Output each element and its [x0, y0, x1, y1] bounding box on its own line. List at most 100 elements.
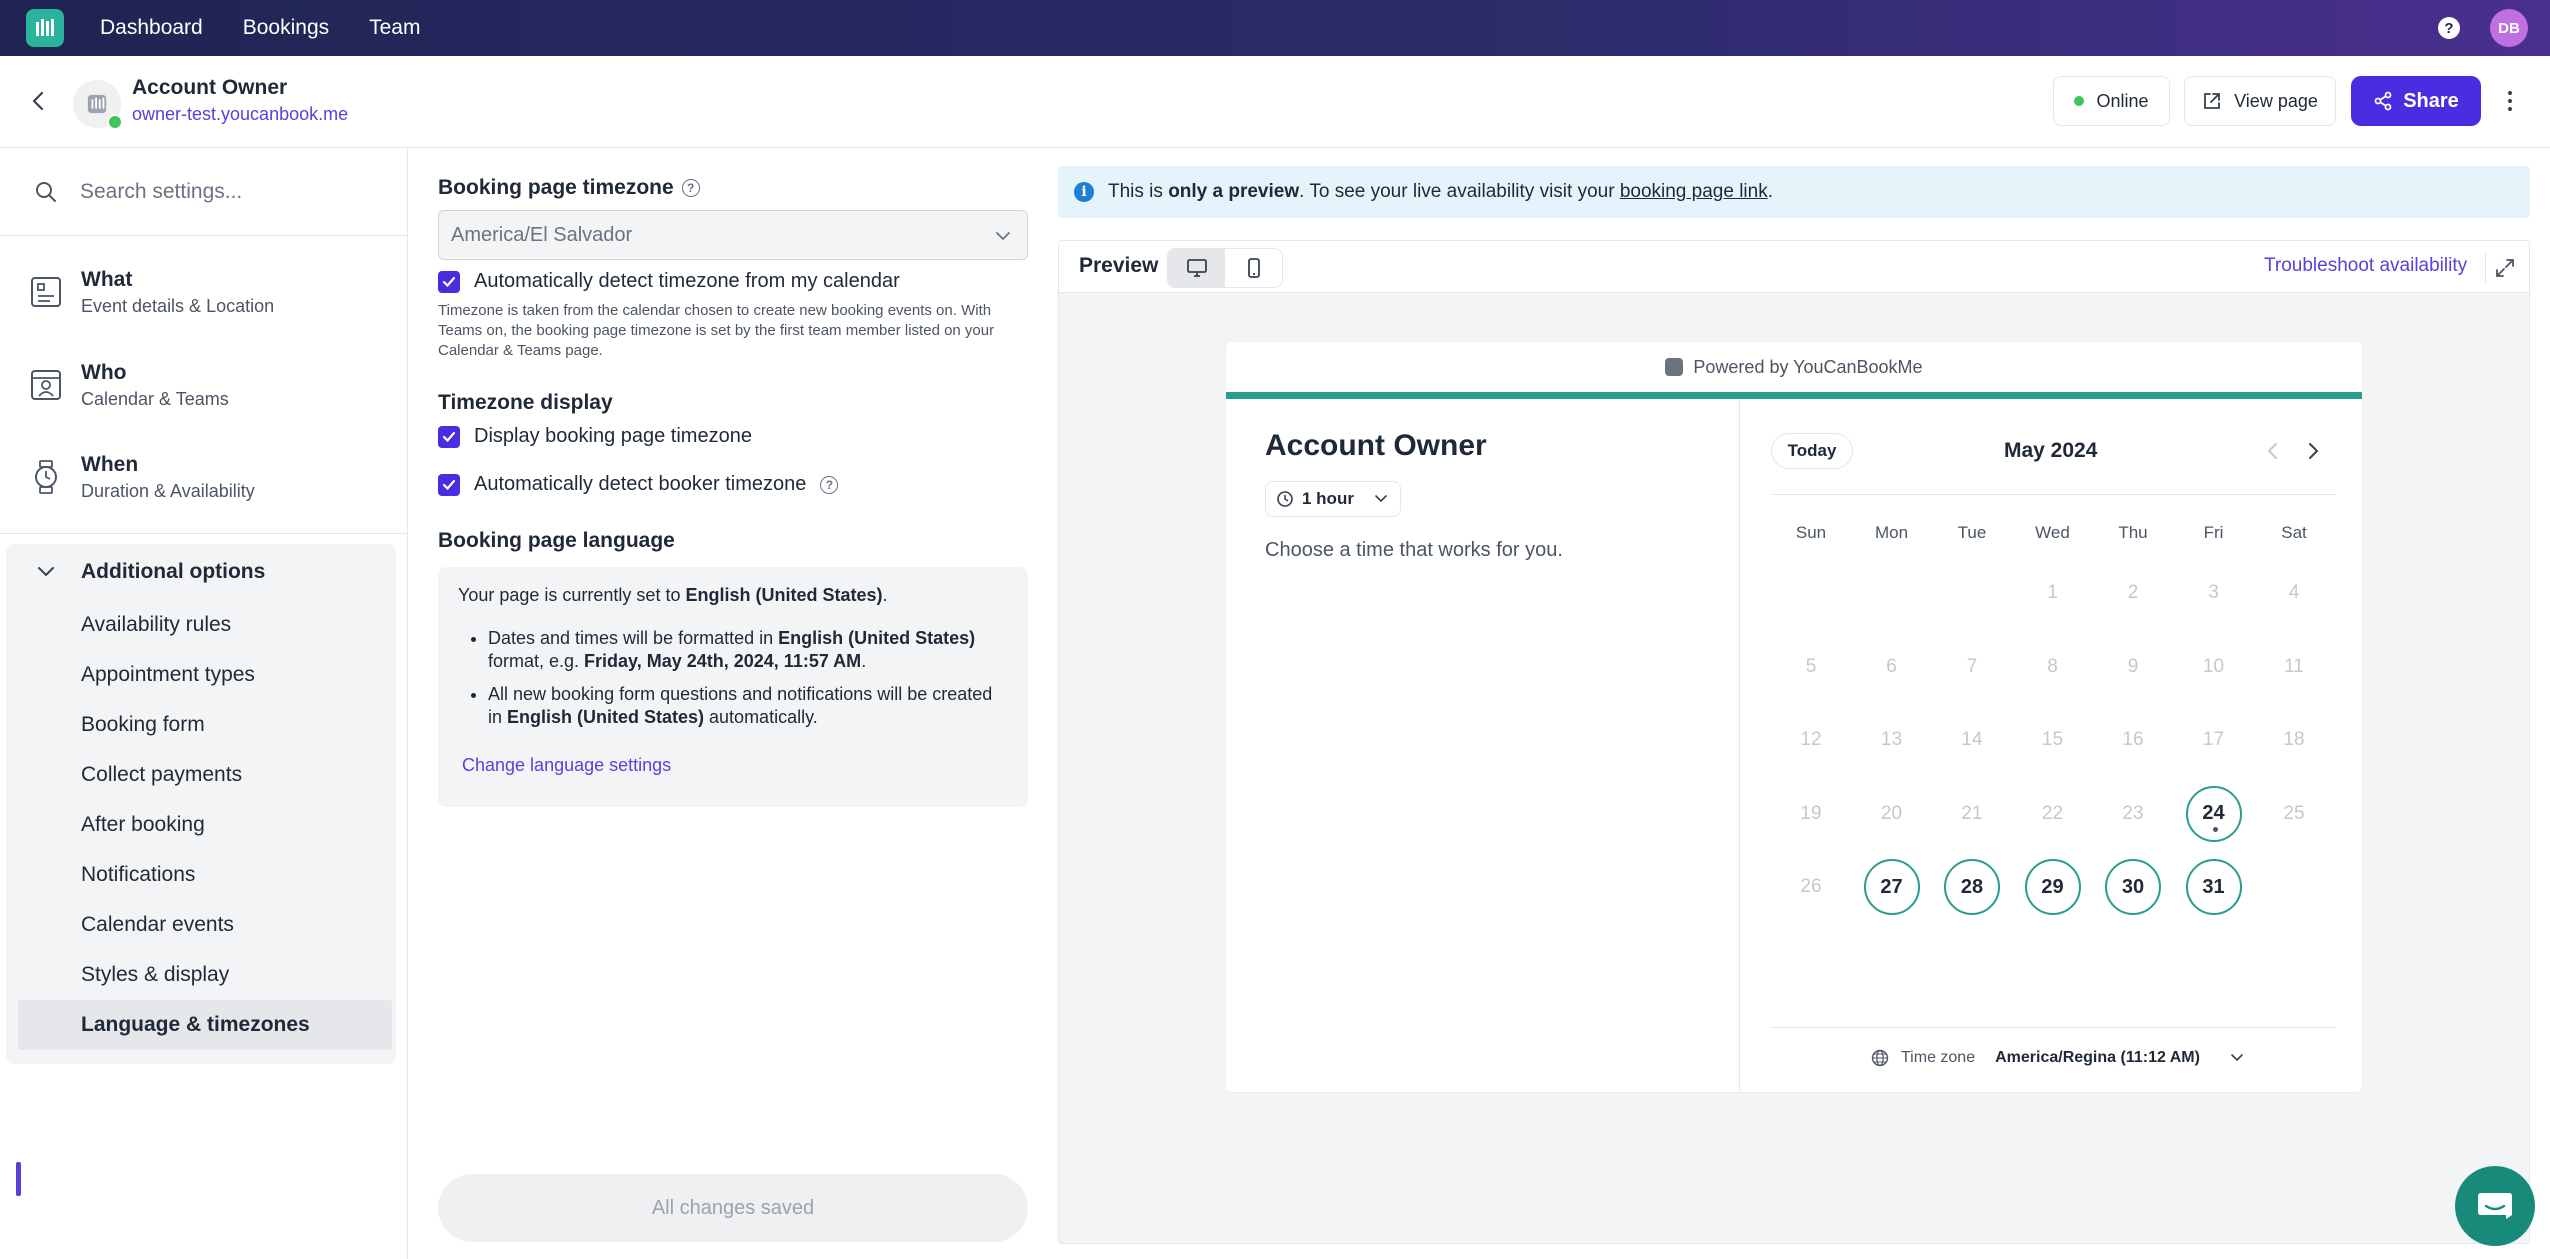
weekday-label: Fri	[2203, 523, 2224, 542]
mobile-view-button[interactable]	[1225, 249, 1282, 287]
sidebar-item-booking-form[interactable]: Booking form	[6, 700, 396, 750]
sidebar-item-notifications[interactable]: Notifications	[6, 850, 396, 900]
auto-detect-timezone-checkbox[interactable]	[438, 270, 460, 293]
sidebar-section-subtitle: Duration & Availability	[81, 481, 255, 501]
today-button[interactable]: Today	[1771, 433, 1853, 469]
sidebar-section-what[interactable]: What Event details & Location	[0, 248, 407, 338]
desktop-view-button[interactable]	[1168, 249, 1225, 287]
help-icon[interactable]: ?	[2438, 17, 2460, 39]
calendar-day: 25	[2283, 802, 2305, 824]
clock-icon	[1277, 491, 1293, 507]
watch-icon	[35, 460, 57, 494]
back-button[interactable]	[26, 86, 50, 116]
online-status-button[interactable]: Online	[2053, 76, 2170, 126]
change-language-link[interactable]: Change language settings	[462, 755, 671, 776]
calendar-day-available[interactable]: 28	[1944, 859, 2000, 915]
globe-icon	[1871, 1049, 1889, 1067]
expand-preview-button[interactable]	[2485, 253, 2515, 283]
sidebar-divider	[0, 533, 407, 534]
additional-options-toggle[interactable]: Additional options	[6, 544, 396, 600]
view-page-button[interactable]: View page	[2184, 76, 2336, 126]
nav-bookings[interactable]: Bookings	[243, 16, 329, 40]
help-circle-icon[interactable]: ?	[681, 179, 700, 198]
share-button[interactable]: Share	[2351, 76, 2481, 126]
language-intro-text: Your page is currently set to	[458, 585, 686, 605]
calendar-day: 6	[1886, 655, 1897, 677]
checkmark-icon	[442, 431, 456, 442]
user-avatar[interactable]: DB	[2490, 9, 2528, 47]
info-icon: i	[1074, 182, 1094, 202]
nav-dashboard[interactable]: Dashboard	[100, 16, 203, 40]
month-label: May 2024	[2004, 439, 2098, 462]
chevron-left-icon	[32, 91, 44, 111]
calendar-day: 15	[2041, 729, 2064, 750]
language-bullet: Dates and times will be formatted in Eng…	[488, 627, 1008, 673]
duration-select[interactable]: 1 hour	[1265, 481, 1401, 517]
calendar-day-available[interactable]: 30	[2105, 859, 2161, 915]
calendar-day-available[interactable]: 29	[2024, 859, 2081, 915]
sidebar-item-after-booking[interactable]: After booking	[6, 800, 396, 850]
language-bullets: Dates and times will be formatted in Eng…	[488, 627, 1008, 739]
info-text-bold: only a preview	[1168, 181, 1300, 202]
powered-by-text: Powered by YouCanBookMe	[1693, 356, 1923, 377]
timezone-select-value: America/El Salvador	[451, 223, 633, 246]
checkmark-icon	[442, 479, 456, 490]
account-url-link[interactable]: owner-test.youcanbook.me	[132, 104, 348, 125]
info-text-part: . To see your live availability visit yo…	[1299, 181, 1620, 202]
sidebar-item-label: Notifications	[81, 863, 196, 886]
calendar-day-available[interactable]: 24	[2185, 785, 2242, 842]
sidebar-item-language-timezones[interactable]: Language & timezones	[18, 1000, 392, 1050]
account-avatar	[73, 80, 123, 130]
more-options-icon[interactable]	[2500, 86, 2520, 116]
booking-page-link[interactable]: booking page link	[1620, 181, 1768, 202]
calendar-day: 5	[1805, 655, 1817, 677]
troubleshoot-availability-link[interactable]: Troubleshoot availability	[2264, 255, 2467, 277]
display-timezone-checkbox[interactable]	[438, 425, 460, 448]
calendar-day: 21	[1961, 802, 1983, 824]
chevron-left-icon[interactable]	[2263, 439, 2283, 463]
calendar-day-available[interactable]: 31	[2185, 859, 2242, 915]
calendar-day: 18	[2283, 729, 2305, 750]
timezone-selector[interactable]: Time zone America/Regina (11:12 AM)	[1871, 1049, 2244, 1067]
bullet-text: format, e.g.	[488, 651, 585, 671]
chat-icon	[2478, 1193, 2512, 1219]
nav-team[interactable]: Team	[369, 16, 420, 40]
weekday-label: Mon	[1874, 523, 1909, 542]
date-format-example: Friday, May 24th, 2024, 11:57 AM	[584, 651, 862, 671]
sidebar-item-availability-rules[interactable]: Availability rules	[6, 600, 396, 650]
logo-icon	[1665, 358, 1684, 376]
preview-header: Preview Troubleshoot availability	[1059, 241, 2529, 293]
checkmark-icon	[442, 276, 456, 287]
calendar-day: 3	[2208, 582, 2219, 603]
sidebar-item-appointment-types[interactable]: Appointment types	[6, 650, 396, 700]
weekday-label: Thu	[2118, 523, 2148, 542]
app-logo[interactable]	[26, 9, 64, 47]
chevron-right-icon[interactable]	[2303, 439, 2323, 463]
display-timezone-label: Display booking page timezone	[474, 425, 752, 447]
auto-detect-timezone-label: Automatically detect timezone from my ca…	[474, 270, 900, 292]
chat-support-button[interactable]	[2455, 1166, 2535, 1246]
search-input[interactable]	[80, 174, 380, 210]
mobile-icon	[1247, 258, 1260, 278]
calendar-day-available[interactable]: 27	[1863, 859, 1920, 915]
help-circle-icon[interactable]: ?	[820, 475, 839, 494]
save-status-button[interactable]: All changes saved	[438, 1174, 1028, 1242]
sidebar-item-calendar-events[interactable]: Calendar events	[6, 900, 396, 950]
timezone-select[interactable]: America/El Salvador	[438, 210, 1028, 260]
chevron-down-icon	[38, 567, 54, 577]
desktop-icon	[1186, 259, 1207, 277]
calendar-day: 19	[1800, 802, 1822, 824]
sidebar-item-label: Appointment types	[81, 663, 255, 686]
booking-page-preview: Powered by YouCanBookMe Account Owner 1 …	[1226, 342, 2362, 1092]
language-name: English (United States)	[685, 585, 883, 605]
weekday-label: Sun	[1795, 523, 1827, 542]
booker-timezone-checkbox[interactable]	[438, 473, 460, 496]
sidebar-item-collect-payments[interactable]: Collect payments	[6, 750, 396, 800]
sidebar-section-who[interactable]: Who Calendar & Teams	[0, 341, 407, 431]
calendar-divider	[1771, 494, 2336, 495]
sidebar-section-when[interactable]: When Duration & Availability	[0, 433, 407, 523]
chevron-down-icon	[996, 232, 1010, 241]
sidebar-item-styles-display[interactable]: Styles & display	[6, 950, 396, 1000]
weekday-label: Sat	[2281, 523, 2307, 542]
timezone-display-heading: Timezone display	[438, 391, 613, 414]
